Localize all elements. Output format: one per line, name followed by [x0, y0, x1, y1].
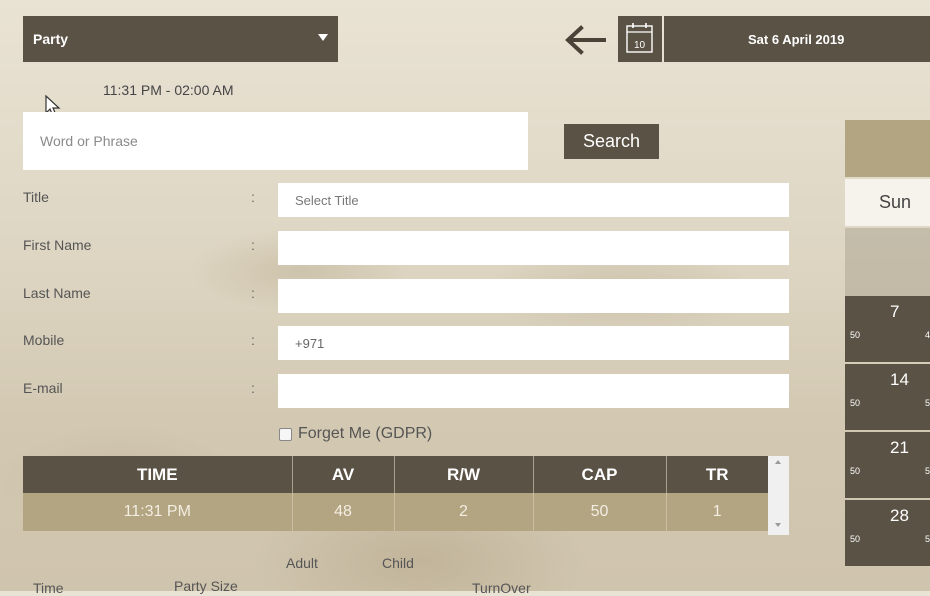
search-input[interactable]: [23, 112, 528, 170]
calendar-month-header: [845, 120, 930, 177]
calendar-day-count: 50: [850, 330, 861, 340]
turnover-label: TurnOver: [472, 580, 531, 596]
calendar-day-cell[interactable]: 21 50 5: [845, 432, 930, 498]
table-cell[interactable]: 50: [533, 493, 667, 531]
table-cell[interactable]: 48: [292, 493, 395, 531]
calendar-button[interactable]: 10: [618, 16, 662, 62]
calendar-day-number: 7: [890, 302, 900, 321]
email-label: E-mail: [23, 380, 63, 396]
mobile-input[interactable]: [278, 326, 789, 360]
calendar-day-count-secondary: 5: [925, 398, 930, 408]
table-scrollbar[interactable]: [768, 456, 789, 535]
calendar-day-number: 28: [890, 506, 909, 525]
day-header-sun: Sun: [879, 192, 912, 212]
calendar-day-number: 14: [890, 370, 909, 389]
calendar-day-count: 50: [850, 398, 861, 408]
email-colon: :: [251, 380, 255, 396]
mobile-label: Mobile: [23, 332, 65, 348]
table-cell[interactable]: 11:31 PM: [23, 493, 293, 531]
table-cell[interactable]: 1: [666, 493, 768, 531]
last-name-label: Last Name: [23, 285, 91, 301]
calendar-day-cell[interactable]: 14 50 5: [845, 364, 930, 430]
table-header-row: TIME AV R/W CAP TR: [23, 456, 768, 493]
selected-date[interactable]: Sat 6 April 2019: [664, 16, 930, 62]
calendar-day-count-secondary: 4: [925, 330, 930, 340]
calendar-day-count: 50: [850, 534, 861, 544]
first-name-input[interactable]: [278, 231, 789, 265]
availability-table: TIME AV R/W CAP TR 11:31 PM 48 2 50 1: [23, 456, 768, 531]
adult-label: Adult: [286, 555, 318, 571]
gdpr-option[interactable]: Forget Me (GDPR): [279, 425, 432, 443]
party-type-select[interactable]: Party: [23, 16, 338, 62]
svg-text:10: 10: [634, 40, 646, 51]
first-name-colon: :: [251, 237, 255, 253]
column-header-time: TIME: [23, 456, 293, 493]
calendar-day-number: 21: [890, 438, 909, 457]
search-button[interactable]: Search: [564, 124, 659, 159]
time-label: Time: [33, 580, 64, 596]
child-label: Child: [382, 555, 414, 571]
title-select[interactable]: [278, 183, 789, 217]
table-cell[interactable]: 2: [394, 493, 534, 531]
first-name-label: First Name: [23, 237, 92, 253]
calendar-empty-cell: [845, 228, 930, 296]
calendar-day-count-secondary: 5: [925, 466, 930, 476]
selected-date-label: Sat 6 April 2019: [748, 31, 845, 47]
party-size-label: Party Size: [174, 578, 238, 594]
calendar-day-count: 50: [850, 466, 861, 476]
scroll-down-icon[interactable]: [775, 523, 781, 527]
calendar-day-cell[interactable]: 7 50 4: [845, 296, 930, 362]
mobile-colon: :: [251, 332, 255, 348]
party-type-value: Party: [33, 31, 69, 47]
title-colon: :: [251, 189, 255, 205]
column-header-cap: CAP: [533, 456, 667, 493]
column-header-av: AV: [292, 456, 395, 493]
last-name-colon: :: [251, 285, 255, 301]
back-arrow-icon[interactable]: [562, 20, 608, 60]
calendar-day-count-secondary: 5: [925, 534, 930, 544]
last-name-input[interactable]: [278, 279, 789, 313]
calendar-icon: 10: [626, 23, 653, 53]
time-range: 11:31 PM - 02:00 AM: [103, 82, 234, 98]
column-header-rw: R/W: [394, 456, 534, 493]
title-label: Title: [23, 189, 49, 205]
scroll-up-icon[interactable]: [775, 460, 781, 464]
calendar-day-header: Sun: [845, 179, 930, 226]
gdpr-checkbox[interactable]: [279, 427, 292, 441]
gdpr-label: Forget Me (GDPR): [298, 425, 433, 442]
email-input[interactable]: [278, 374, 789, 408]
column-header-tr: TR: [666, 456, 768, 493]
chevron-down-icon: [318, 34, 328, 41]
calendar-day-cell[interactable]: 28 50 5: [845, 500, 930, 566]
table-row[interactable]: 11:31 PM 48 2 50 1: [23, 493, 768, 531]
